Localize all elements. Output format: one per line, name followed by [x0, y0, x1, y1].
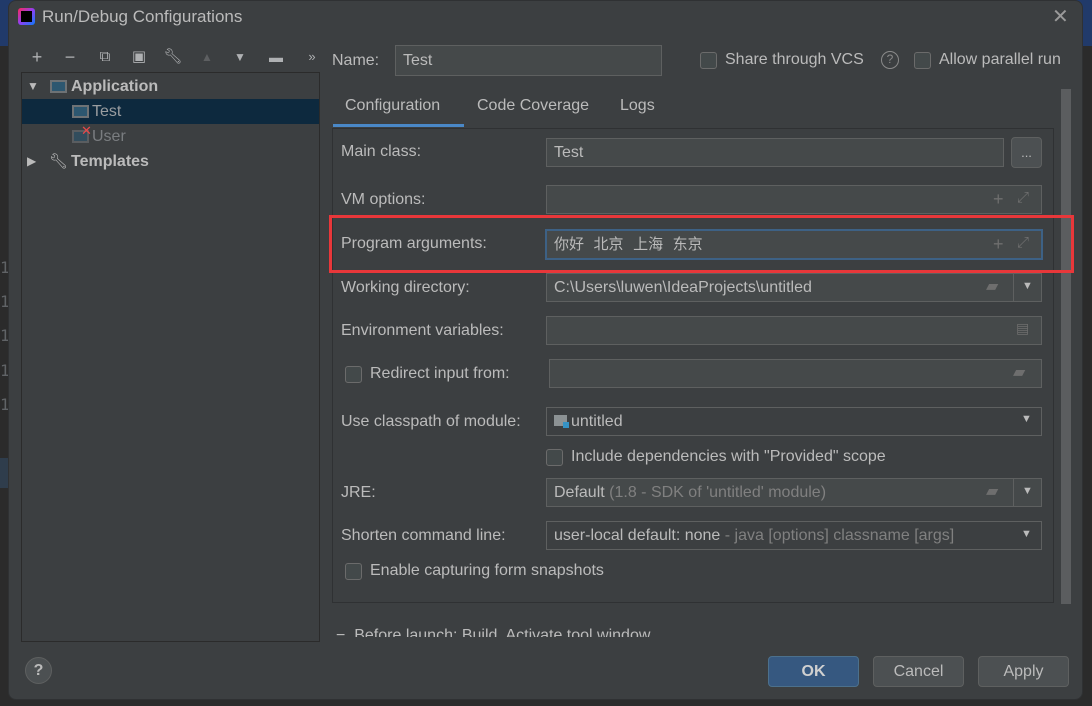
tab-configuration[interactable]: Configuration [345, 97, 440, 115]
name-input[interactable]: Test [395, 45, 662, 76]
folder-icon[interactable]: ▰ [986, 481, 998, 501]
tree-label: Test [92, 103, 122, 120]
application-icon [50, 80, 67, 93]
tab-code-coverage[interactable]: Code Coverage [477, 97, 589, 115]
classpath-module-label: Use classpath of module: [341, 413, 521, 430]
tree-node-templates[interactable]: ▶ 🔧︎ Templates [22, 149, 319, 174]
name-label: Name: [332, 52, 380, 69]
jre-input[interactable]: Default (1.8 - SDK of 'untitled' module) [546, 478, 1042, 507]
ok-button[interactable]: OK [768, 656, 859, 687]
redirect-input-checkbox[interactable] [345, 366, 362, 383]
shorten-command-line-label: Shorten command line: [341, 527, 506, 544]
allow-parallel-label[interactable]: Allow parallel run [939, 51, 1061, 69]
tree-label: User [92, 128, 126, 145]
capture-snapshots-checkbox[interactable] [345, 563, 362, 580]
window-title: Run/Debug Configurations [42, 7, 243, 26]
share-vcs-checkbox[interactable] [700, 52, 717, 69]
environment-variables-input[interactable] [546, 316, 1042, 345]
include-provided-checkbox[interactable] [546, 449, 563, 466]
plus-icon[interactable]: + [993, 189, 1004, 210]
configuration-tree: ▼ Application Test ✕ User ▶ 🔧︎ Templates [21, 72, 320, 642]
minus-icon[interactable]: − [60, 46, 80, 68]
active-tab-indicator [333, 124, 464, 127]
environment-variables-label: Environment variables: [341, 322, 504, 339]
allow-parallel-checkbox[interactable] [914, 52, 931, 69]
folder-add-icon[interactable]: ▬ [266, 46, 286, 68]
close-icon[interactable]: ✕ [1052, 4, 1069, 29]
apply-button[interactable]: Apply [978, 656, 1069, 687]
working-directory-label: Working directory: [341, 279, 470, 296]
save-icon[interactable]: ▣ [129, 46, 149, 68]
intellij-logo-icon [18, 8, 35, 25]
expand-arrow-icon[interactable]: ▼ [27, 74, 39, 99]
highlight-box [329, 215, 1074, 273]
arrow-up-icon: ▲ [201, 50, 213, 64]
tree-label: Application [71, 78, 159, 95]
tree-item-user[interactable]: ✕ User [22, 123, 319, 149]
scrollbar[interactable] [1061, 89, 1071, 604]
before-launch-section[interactable]: − Before launch: Build, Activate tool wi… [332, 622, 1032, 637]
plus-icon[interactable]: + [27, 46, 47, 68]
shorten-value: user-local default: none [554, 527, 721, 544]
tree-node-application[interactable]: ▼ Application [22, 74, 319, 99]
help-button[interactable]: ? [25, 657, 52, 684]
main-class-input[interactable]: Test [546, 138, 1004, 167]
before-launch-text: Before launch: Build, Activate tool wind… [354, 627, 651, 637]
wrench-icon: 🔧︎ [49, 153, 69, 170]
cancel-button[interactable]: Cancel [873, 656, 964, 687]
jre-label: JRE: [341, 484, 376, 501]
main-class-label: Main class: [341, 143, 422, 160]
tree-item-test[interactable]: Test [22, 99, 319, 124]
wrench-icon[interactable]: 🔧︎ [163, 46, 183, 68]
editor-highlight [0, 458, 8, 488]
help-icon[interactable]: ? [881, 51, 899, 69]
jre-value: Default [554, 484, 605, 501]
include-provided-label: Include dependencies with "Provided" sco… [571, 448, 886, 465]
folder-icon[interactable]: ▰ [1013, 362, 1025, 382]
working-directory-input[interactable]: C:\Users\luwen\IdeaProjects\untitled [546, 273, 1042, 302]
classpath-module-select[interactable]: untitled [546, 407, 1042, 436]
application-config-icon [72, 105, 89, 118]
tree-label: Templates [71, 153, 149, 170]
expand-icon[interactable]: ⤢ [1017, 189, 1029, 206]
module-icon [554, 415, 569, 428]
dropdown-arrow-icon[interactable]: ▼ [1021, 528, 1032, 540]
vm-options-input[interactable] [546, 185, 1042, 214]
expand-arrow-icon[interactable]: ▶ [27, 149, 36, 174]
list-icon[interactable]: ▤ [1016, 320, 1029, 337]
shorten-hint: - java [options] classname [args] [724, 527, 955, 544]
redirect-input-label: Redirect input from: [370, 365, 510, 382]
tab-logs[interactable]: Logs [620, 97, 655, 115]
more-icon[interactable]: » [302, 46, 322, 68]
redirect-input-field[interactable] [549, 359, 1042, 388]
dropdown-arrow-icon[interactable]: ▼ [1013, 478, 1041, 507]
arrow-down-icon[interactable]: ▼ [230, 46, 250, 68]
folder-icon[interactable]: ▰ [986, 276, 998, 296]
share-vcs-label[interactable]: Share through VCS [725, 51, 864, 69]
vm-options-label: VM options: [341, 191, 426, 208]
working-directory-value: C:\Users\luwen\IdeaProjects\untitled [554, 279, 812, 296]
classpath-module-value: untitled [571, 413, 623, 430]
capture-snapshots-label: Enable capturing form snapshots [370, 562, 604, 579]
shorten-command-line-select[interactable]: user-local default: none - java [options… [546, 521, 1042, 550]
error-icon: ✕ [81, 123, 92, 138]
dropdown-arrow-icon[interactable]: ▼ [1013, 273, 1041, 302]
dropdown-arrow-icon[interactable]: ▼ [1021, 413, 1032, 425]
copy-icon[interactable]: ⧉ [95, 46, 115, 68]
browse-button[interactable]: ... [1011, 137, 1042, 168]
jre-hint: (1.8 - SDK of 'untitled' module) [609, 484, 827, 501]
before-launch-label: − Before launch: Build, Activate tool wi… [336, 627, 650, 637]
